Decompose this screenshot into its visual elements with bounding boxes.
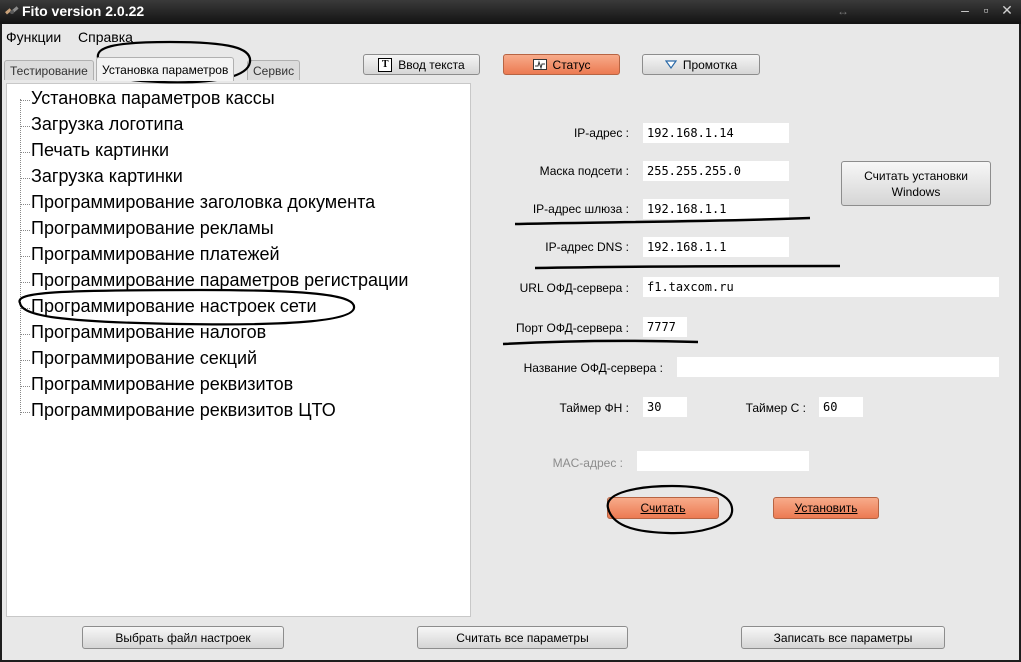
monitor-icon <box>532 59 547 70</box>
tab-service[interactable]: Сервис <box>247 60 301 80</box>
timer-fn-field[interactable] <box>643 397 687 417</box>
tree-item[interactable]: Программирование платежей <box>31 244 280 265</box>
set-button-label: Установить <box>794 501 858 515</box>
tree-connector-dash <box>20 204 30 205</box>
tree-item[interactable]: Программирование реквизитов <box>31 374 293 395</box>
input-text-button[interactable]: T Ввод текста <box>363 54 480 75</box>
set-button[interactable]: Установить <box>773 497 879 519</box>
tree-item[interactable]: Загрузка картинки <box>31 166 183 187</box>
tree-connector-dash <box>20 126 30 127</box>
gateway-field[interactable] <box>643 199 789 219</box>
triangle-down-icon <box>664 60 677 69</box>
menu-help[interactable]: Справка <box>78 29 133 45</box>
ofd-port-field[interactable] <box>643 317 687 337</box>
minimize-icon[interactable]: – <box>955 2 975 18</box>
tree-connector-dash <box>20 386 30 387</box>
menu-functions[interactable]: Функции <box>6 29 61 45</box>
timer-c-label: Таймер С : <box>745 401 806 415</box>
tree-connector-dash <box>20 178 30 179</box>
ofd-name-field[interactable] <box>677 357 999 377</box>
tree-connector-dash <box>20 412 30 413</box>
tree-connector-dash <box>20 308 30 309</box>
tree-item[interactable]: Программирование налогов <box>31 322 266 343</box>
mac-label: MAC-адрес : <box>552 456 623 470</box>
tree-item[interactable]: Программирование параметров регистрации <box>31 270 408 291</box>
tree-item[interactable]: Программирование настроек сети <box>31 296 317 317</box>
input-text-label: Ввод текста <box>398 57 465 72</box>
tab-testing[interactable]: Тестирование <box>4 60 94 80</box>
tree-connector-dash <box>20 256 30 257</box>
tree-item[interactable]: Загрузка логотипа <box>31 114 183 135</box>
status-button[interactable]: Статус <box>503 54 620 75</box>
tree-connector-dash <box>20 282 30 283</box>
read-all-parameters-button[interactable]: Считать все параметры <box>417 626 628 649</box>
dns-label: IP-адрес DNS : <box>545 240 629 254</box>
tree-connector <box>20 99 21 415</box>
ip-field[interactable] <box>643 123 789 143</box>
window-title: Fito version 2.0.22 <box>22 3 145 19</box>
app-client-area: Функции Справка Тестирование Установка п… <box>2 24 1019 660</box>
tree-item[interactable]: Программирование реквизитов ЦТО <box>31 400 336 421</box>
tree-connector-dash <box>20 152 30 153</box>
tree-connector-dash <box>20 230 30 231</box>
ofd-port-label: Порт ОФД-сервера : <box>516 321 629 335</box>
mask-field[interactable] <box>643 161 789 181</box>
mask-label: Маска подсети : <box>539 164 629 178</box>
tree-item[interactable]: Программирование рекламы <box>31 218 274 239</box>
read-windows-settings-button[interactable]: Считать установки Windows <box>841 161 991 206</box>
mac-field[interactable] <box>637 451 809 471</box>
tab-settings[interactable]: Установка параметров <box>96 57 235 81</box>
feed-button[interactable]: Промотка <box>642 54 760 75</box>
write-all-parameters-button[interactable]: Записать все параметры <box>741 626 945 649</box>
ofd-url-field[interactable] <box>643 277 999 297</box>
tree-connector-dash <box>20 334 30 335</box>
gateway-label: IP-адрес шлюза : <box>532 202 629 216</box>
tree-item[interactable]: Программирование заголовка документа <box>31 192 375 213</box>
ofd-name-label: Название ОФД-сервера : <box>523 361 663 375</box>
choose-settings-file-button[interactable]: Выбрать файл настроек <box>82 626 284 649</box>
maximize-icon[interactable]: ▫ <box>976 2 996 18</box>
close-icon[interactable]: ✕ <box>997 2 1017 19</box>
read-button-label: Считать <box>640 501 686 515</box>
resize-icon[interactable]: ↔ <box>837 4 849 18</box>
tree-item[interactable]: Установка параметров кассы <box>31 88 275 109</box>
timer-fn-label: Таймер ФН : <box>559 401 629 415</box>
app-icon <box>5 6 19 15</box>
network-settings-panel: IP-адрес : Маска подсети : IP-адрес шлюз… <box>471 83 1019 617</box>
ip-label: IP-адрес : <box>573 126 629 140</box>
tree-item[interactable]: Печать картинки <box>31 140 169 161</box>
settings-tree: Установка параметров кассы Загрузка логот… <box>6 83 471 617</box>
ofd-url-label: URL ОФД-сервера : <box>519 281 629 295</box>
text-t-icon: T <box>378 57 393 72</box>
tree-connector-dash <box>20 100 30 101</box>
title-bar: Fito version 2.0.22 ↔ – ▫ ✕ <box>0 0 1021 24</box>
timer-c-field[interactable] <box>819 397 863 417</box>
feed-label: Промотка <box>682 57 738 72</box>
tree-item[interactable]: Программирование секций <box>31 348 257 369</box>
dns-field[interactable] <box>643 237 789 257</box>
read-button[interactable]: Считать <box>607 497 719 519</box>
tree-connector-dash <box>20 360 30 361</box>
status-label: Статус <box>552 57 591 72</box>
